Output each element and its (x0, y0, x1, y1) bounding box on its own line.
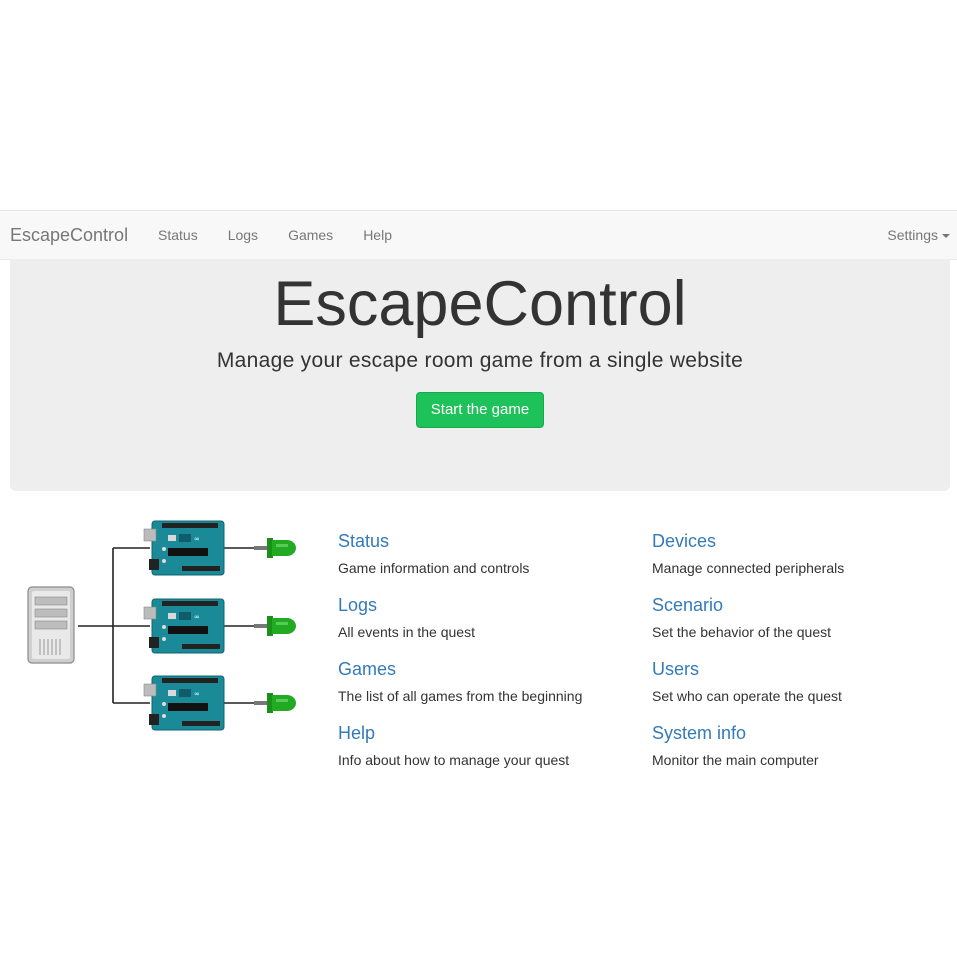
settings-label: Settings (887, 227, 938, 243)
section-link-scenario[interactable]: Scenario (652, 594, 942, 616)
section-desc-status: Game information and controls (338, 560, 530, 576)
section-link-logs[interactable]: Logs (338, 594, 628, 616)
section-devices: Devices Manage connected peripherals (652, 530, 942, 577)
jumbotron: EscapeControl Manage your escape room ga… (10, 259, 950, 491)
section-link-devices[interactable]: Devices (652, 530, 942, 552)
section-games: Games The list of all games from the beg… (338, 658, 628, 705)
caret-down-icon (942, 234, 950, 239)
section-status: Status Game information and controls (338, 530, 628, 577)
section-logs: Logs All events in the quest (338, 594, 628, 641)
section-system-info: System info Monitor the main computer (652, 722, 942, 769)
settings-dropdown[interactable]: Settings (887, 211, 950, 259)
section-desc-logs: All events in the quest (338, 624, 475, 640)
led-icon (254, 693, 296, 713)
section-link-users[interactable]: Users (652, 658, 942, 680)
section-desc-devices: Manage connected peripherals (652, 560, 845, 576)
section-users: Users Set who can operate the quest (652, 658, 942, 705)
jumbotron-title: EscapeControl (273, 269, 687, 339)
section-help: Help Info about how to manage your quest (338, 722, 628, 769)
section-desc-system-info: Monitor the main computer (652, 752, 819, 768)
arduino-board-icon (143, 520, 225, 576)
network-diagram-illustration: ∞ (27, 520, 296, 731)
nav-item-help[interactable]: Help (348, 211, 407, 259)
jumbotron-subtitle: Manage your escape room game from a sing… (216, 349, 744, 372)
section-link-system-info[interactable]: System info (652, 722, 942, 744)
led-icon (254, 616, 296, 636)
arduino-board-icon (143, 598, 225, 654)
server-icon (27, 586, 75, 664)
navbar-brand[interactable]: EscapeControl (10, 211, 128, 259)
nav-item-logs[interactable]: Logs (213, 211, 273, 259)
section-link-help[interactable]: Help (338, 722, 628, 744)
navbar: EscapeControl Status Logs Games Help Set… (0, 210, 957, 260)
section-desc-help: Info about how to manage your quest (338, 752, 570, 768)
section-desc-games: The list of all games from the beginning (338, 688, 583, 704)
section-desc-users: Set who can operate the quest (652, 688, 842, 704)
nav-links: Status Logs Games Help (143, 211, 407, 259)
arduino-board-icon (143, 675, 225, 731)
nav-item-games[interactable]: Games (273, 211, 348, 259)
nav-item-status[interactable]: Status (143, 211, 213, 259)
section-link-status[interactable]: Status (338, 530, 628, 552)
section-desc-scenario: Set the behavior of the quest (652, 624, 832, 640)
start-game-button[interactable]: Start the game (416, 392, 544, 428)
section-scenario: Scenario Set the behavior of the quest (652, 594, 942, 641)
section-link-games[interactable]: Games (338, 658, 628, 680)
led-icon (254, 538, 296, 558)
